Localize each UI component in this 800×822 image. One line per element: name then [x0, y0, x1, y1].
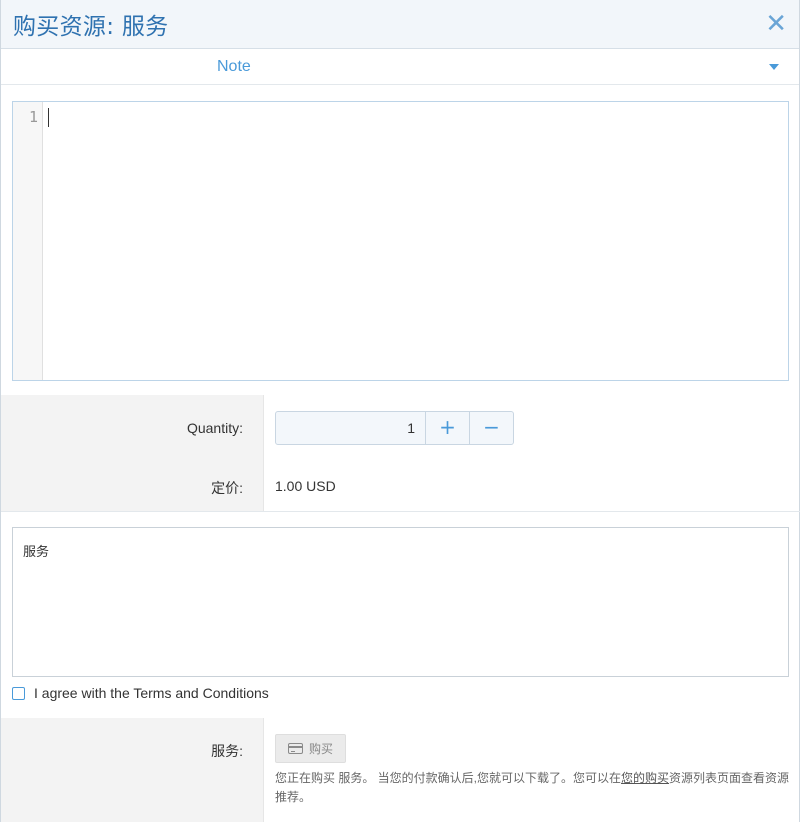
note-label: Note [217, 58, 251, 75]
purchase-dialog: 购买资源: 服务 ✕ Note 1 Quantity: 定价: 1 + − 1.… [0, 0, 800, 822]
purchase-label-column: 服务: [1, 718, 264, 822]
purchase-label: 服务: [211, 743, 243, 759]
description-text: 服务 [23, 544, 50, 559]
credit-card-icon [287, 743, 303, 754]
decrement-button[interactable]: − [470, 411, 514, 445]
note-dropdown[interactable]: Note [1, 49, 799, 85]
increment-button[interactable]: + [426, 411, 470, 445]
terms-agreement: I agree with the Terms and Conditions [12, 685, 269, 701]
label-column: Quantity: 定价: [1, 395, 264, 511]
buy-button[interactable]: 购买 [275, 734, 346, 763]
my-purchases-link[interactable]: 您的购买 [621, 771, 669, 785]
price-value: 1.00 USD [275, 478, 336, 494]
line-number-gutter: 1 [13, 102, 43, 380]
purchase-section: 服务: 购买 您正在购买 服务。 当您的付款确认后,您就可以下载了。您可以在您的… [1, 718, 800, 822]
purchase-info: 您正在购买 服务。 当您的付款确认后,您就可以下载了。您可以在您的购买资源列表页… [275, 769, 795, 807]
note-editor[interactable]: 1 [12, 101, 789, 381]
price-label: 定价: [211, 480, 243, 496]
terms-label[interactable]: I agree with the Terms and Conditions [34, 685, 269, 701]
quantity-label: Quantity: [186, 420, 243, 436]
caret-down-icon[interactable] [769, 64, 779, 70]
terms-checkbox[interactable] [12, 686, 25, 700]
product-description: 服务 [12, 527, 789, 677]
text-cursor [48, 108, 49, 127]
close-button[interactable]: ✕ [765, 11, 787, 37]
info-text-before: 您正在购买 服务。 当您的付款确认后,您就可以下载了。您可以在 [275, 771, 622, 785]
dialog-header: 购买资源: 服务 ✕ [1, 0, 799, 49]
line-number: 1 [28, 108, 38, 126]
quantity-input[interactable]: 1 [275, 411, 426, 445]
quantity-price-section: Quantity: 定价: 1 + − 1.00 USD [1, 395, 800, 512]
buy-button-label: 购买 [308, 742, 333, 756]
quantity-stepper: 1 + − [275, 411, 514, 445]
dialog-title: 购买资源: 服务 [13, 14, 169, 40]
